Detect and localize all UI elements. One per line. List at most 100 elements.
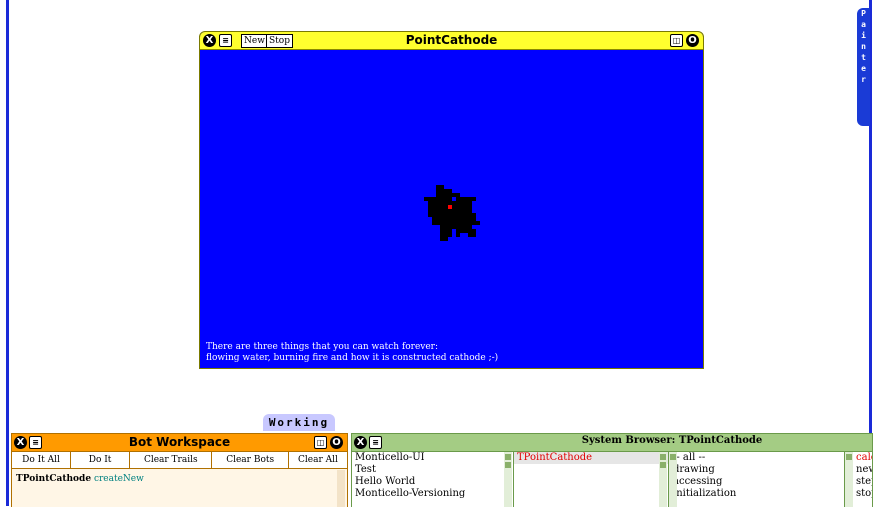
seed-point [448, 205, 452, 209]
scroll-up-arrow-icon[interactable] [670, 454, 676, 460]
method-item[interactable]: step [853, 476, 872, 488]
clear-all-button[interactable]: Clear All [289, 452, 347, 468]
class-item[interactable]: TPointCathode [514, 452, 668, 464]
cluster-cell [444, 205, 448, 209]
category-item[interactable]: initialization [669, 488, 844, 500]
cluster-cell [428, 209, 432, 213]
cluster-cell [440, 209, 444, 213]
cluster-cell [460, 229, 464, 233]
class-scrollbar[interactable] [659, 452, 667, 507]
cluster-cell [444, 197, 448, 201]
package-item[interactable]: Monticello-Versioning [352, 488, 513, 500]
cluster-cell [464, 221, 468, 225]
method-scrollbar[interactable] [845, 452, 853, 507]
cluster-cell [464, 209, 468, 213]
point-cathode-window[interactable]: X ≡ New Stop PointCathode ◫ O There are … [199, 31, 704, 369]
workspace-scrollbar[interactable] [337, 470, 345, 507]
cluster-cell [436, 193, 440, 197]
cathode-canvas[interactable] [200, 50, 703, 368]
cluster-cell [456, 209, 460, 213]
package-scrollbar[interactable] [504, 452, 512, 507]
cluster-cell [476, 221, 480, 225]
package-item[interactable]: Monticello-UI [352, 452, 513, 464]
cluster-cell [444, 221, 448, 225]
scroll-down-arrow-icon[interactable] [505, 462, 511, 468]
workspace-button-row: Do It All Do It Clear Trails Clear Bots … [12, 452, 347, 469]
cluster-cell [448, 225, 452, 229]
method-pane[interactable]: calc new step stop [845, 452, 872, 507]
cluster-cell [452, 205, 456, 209]
cluster-cell [448, 209, 452, 213]
system-browser-window[interactable]: X ≡ System Browser: TPointCathode Montic… [351, 433, 873, 507]
cluster-cell [432, 209, 436, 213]
cluster-cell [468, 225, 472, 229]
package-item[interactable]: Hello World [352, 476, 513, 488]
expand-icon[interactable]: O [686, 34, 699, 47]
method-item[interactable]: new [853, 464, 872, 476]
cluster-cell [424, 197, 428, 201]
close-icon[interactable]: X [354, 436, 367, 449]
cluster-cell [436, 197, 440, 201]
flap-letter: e [861, 64, 866, 73]
cluster-cell [468, 197, 472, 201]
cluster-cell [444, 209, 448, 213]
cluster-cell [444, 189, 448, 193]
workspace-code-editor[interactable]: TPointCathode createNew [16, 474, 144, 484]
do-it-all-button[interactable]: Do It All [12, 452, 72, 468]
bot-workspace-title-bar[interactable]: X ≡ Bot Workspace ◫ O [12, 434, 347, 452]
method-item[interactable]: stop [853, 488, 872, 500]
do-it-button[interactable]: Do It [71, 452, 131, 468]
cluster-cell [468, 205, 472, 209]
collapse-icon[interactable]: ◫ [670, 34, 683, 47]
category-scrollbar[interactable] [669, 452, 677, 507]
cluster-cell [448, 217, 452, 221]
cluster-cell [456, 217, 460, 221]
scroll-up-arrow-icon[interactable] [660, 454, 666, 460]
category-item[interactable]: accessing [669, 476, 844, 488]
collapse-icon[interactable]: ◫ [314, 436, 327, 449]
category-pane[interactable]: -- all -- drawing accessing initializati… [669, 452, 845, 507]
cluster-cell [440, 189, 444, 193]
method-item[interactable]: calc [853, 452, 872, 464]
cluster-cell [460, 217, 464, 221]
cluster-cell [456, 213, 460, 217]
scroll-up-arrow-icon[interactable] [505, 454, 511, 460]
cluster-cell [468, 221, 472, 225]
class-pane[interactable]: TPointCathode [514, 452, 669, 507]
window-title: Bot Workspace [128, 435, 231, 449]
package-item[interactable]: Test [352, 464, 513, 476]
point-cathode-title-bar[interactable]: X ≡ New Stop PointCathode ◫ O [200, 32, 703, 50]
expand-icon[interactable]: O [330, 436, 343, 449]
bot-workspace-window[interactable]: X ≡ Bot Workspace ◫ O Do It All Do It Cl… [11, 433, 348, 507]
flap-letter: P [861, 9, 866, 18]
cluster-cell [464, 225, 468, 229]
cluster-cell [440, 229, 444, 233]
category-item[interactable]: -- all -- [669, 452, 844, 464]
cluster-cell [472, 221, 476, 225]
cluster-cell [460, 205, 464, 209]
cluster-cell [456, 233, 460, 237]
cluster-cell [432, 217, 436, 221]
cluster-cell [452, 193, 456, 197]
cluster-cell [440, 205, 444, 209]
tab-working[interactable]: Working [263, 414, 335, 431]
cluster-cell [456, 221, 460, 225]
clear-bots-button[interactable]: Clear Bots [212, 452, 289, 468]
scroll-down-arrow-icon[interactable] [660, 462, 666, 468]
category-item[interactable]: drawing [669, 464, 844, 476]
window-menu-icon[interactable]: ≡ [369, 436, 382, 449]
window-title: System Browser: TPointCathode [581, 435, 763, 446]
cluster-cell [436, 213, 440, 217]
system-browser-title-bar[interactable]: X ≡ System Browser: TPointCathode [352, 434, 872, 452]
package-pane[interactable]: Monticello-UI Test Hello World Monticell… [352, 452, 514, 507]
cluster-cell [460, 225, 464, 229]
cluster-cell [436, 217, 440, 221]
cluster-cell [460, 209, 464, 213]
code-class-name: TPointCathode [16, 474, 92, 484]
painter-flap-tab[interactable]: P a i n t e r [857, 8, 870, 126]
clear-trails-button[interactable]: Clear Trails [130, 452, 213, 468]
cluster-cell [440, 225, 444, 229]
flap-letter: a [861, 20, 866, 29]
cluster-cell [432, 201, 436, 205]
scroll-up-arrow-icon[interactable] [846, 454, 852, 460]
